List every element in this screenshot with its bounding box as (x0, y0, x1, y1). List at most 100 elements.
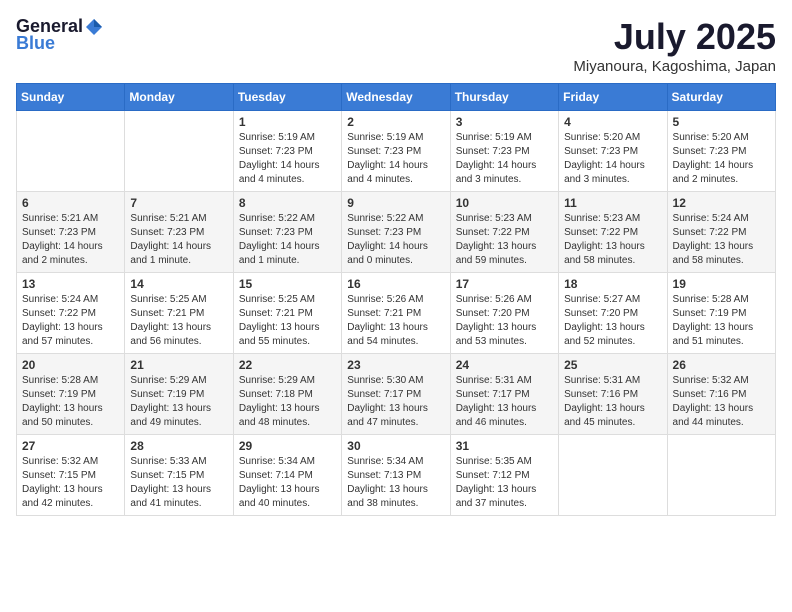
day-info: Sunrise: 5:32 AM Sunset: 7:16 PM Dayligh… (673, 374, 770, 430)
calendar-cell: 31 Sunrise: 5:35 AM Sunset: 7:12 PM Dayli… (450, 435, 558, 516)
location-subtitle: Miyanoura, Kagoshima, Japan (573, 58, 776, 75)
day-info: Sunrise: 5:24 AM Sunset: 7:22 PM Dayligh… (673, 212, 770, 268)
day-info: Sunrise: 5:21 AM Sunset: 7:23 PM Dayligh… (22, 212, 119, 268)
day-info: Sunrise: 5:22 AM Sunset: 7:23 PM Dayligh… (347, 212, 444, 268)
day-number: 25 (564, 358, 661, 372)
day-number: 22 (239, 358, 336, 372)
day-info: Sunrise: 5:31 AM Sunset: 7:16 PM Dayligh… (564, 374, 661, 430)
calendar-cell: 17 Sunrise: 5:26 AM Sunset: 7:20 PM Dayli… (450, 273, 558, 354)
calendar-cell: 22 Sunrise: 5:29 AM Sunset: 7:18 PM Dayli… (233, 354, 341, 435)
day-number: 27 (22, 439, 119, 453)
day-info: Sunrise: 5:23 AM Sunset: 7:22 PM Dayligh… (456, 212, 553, 268)
day-info: Sunrise: 5:33 AM Sunset: 7:15 PM Dayligh… (130, 455, 227, 511)
day-header-saturday: Saturday (667, 84, 775, 111)
day-header-thursday: Thursday (450, 84, 558, 111)
calendar-cell: 4Sunrise: 5:20 AM Sunset: 7:23 PM Daylig… (559, 111, 667, 192)
calendar-cell: 6 Sunrise: 5:21 AM Sunset: 7:23 PM Daylig… (17, 192, 125, 273)
day-number: 26 (673, 358, 770, 372)
calendar-cell: 10 Sunrise: 5:23 AM Sunset: 7:22 PM Dayli… (450, 192, 558, 273)
day-number: 9 (347, 196, 444, 210)
day-info: Sunrise: 5:26 AM Sunset: 7:20 PM Dayligh… (456, 293, 553, 349)
day-info: Sunrise: 5:26 AM Sunset: 7:21 PM Dayligh… (347, 293, 444, 349)
day-number: 2 (347, 115, 444, 129)
calendar-week-5: 27 Sunrise: 5:32 AM Sunset: 7:15 PM Dayli… (17, 435, 776, 516)
day-number: 30 (347, 439, 444, 453)
calendar-cell: 26 Sunrise: 5:32 AM Sunset: 7:16 PM Dayli… (667, 354, 775, 435)
calendar-cell: 23 Sunrise: 5:30 AM Sunset: 7:17 PM Dayli… (342, 354, 450, 435)
calendar-cell: 29Sunrise: 5:34 AM Sunset: 7:14 PM Dayli… (233, 435, 341, 516)
calendar-cell: 3 Sunrise: 5:19 AM Sunset: 7:23 PM Daylig… (450, 111, 558, 192)
day-header-sunday: Sunday (17, 84, 125, 111)
calendar-cell (17, 111, 125, 192)
calendar-cell: 20 Sunrise: 5:28 AM Sunset: 7:19 PM Dayli… (17, 354, 125, 435)
day-number: 15 (239, 277, 336, 291)
calendar-week-4: 20 Sunrise: 5:28 AM Sunset: 7:19 PM Dayli… (17, 354, 776, 435)
day-info: Sunrise: 5:19 AM Sunset: 7:23 PM Dayligh… (456, 131, 553, 187)
header-row: SundayMondayTuesdayWednesdayThursdayFrid… (17, 84, 776, 111)
calendar-cell: 7Sunrise: 5:21 AM Sunset: 7:23 PM Daylig… (125, 192, 233, 273)
calendar-cell: 19 Sunrise: 5:28 AM Sunset: 7:19 PM Dayli… (667, 273, 775, 354)
logo-blue-text: Blue (16, 33, 55, 54)
day-number: 29 (239, 439, 336, 453)
day-info: Sunrise: 5:34 AM Sunset: 7:13 PM Dayligh… (347, 455, 444, 511)
day-info: Sunrise: 5:28 AM Sunset: 7:19 PM Dayligh… (22, 374, 119, 430)
day-info: Sunrise: 5:35 AM Sunset: 7:12 PM Dayligh… (456, 455, 553, 511)
day-info: Sunrise: 5:25 AM Sunset: 7:21 PM Dayligh… (130, 293, 227, 349)
day-info: Sunrise: 5:25 AM Sunset: 7:21 PM Dayligh… (239, 293, 336, 349)
calendar-cell: 30 Sunrise: 5:34 AM Sunset: 7:13 PM Dayli… (342, 435, 450, 516)
day-header-wednesday: Wednesday (342, 84, 450, 111)
day-number: 19 (673, 277, 770, 291)
calendar-table: SundayMondayTuesdayWednesdayThursdayFrid… (16, 83, 776, 516)
calendar-cell: 28 Sunrise: 5:33 AM Sunset: 7:15 PM Dayli… (125, 435, 233, 516)
day-number: 18 (564, 277, 661, 291)
calendar-cell: 24Sunrise: 5:31 AM Sunset: 7:17 PM Dayli… (450, 354, 558, 435)
calendar-cell: 8 Sunrise: 5:22 AM Sunset: 7:23 PM Daylig… (233, 192, 341, 273)
calendar-cell: 2Sunrise: 5:19 AM Sunset: 7:23 PM Daylig… (342, 111, 450, 192)
day-info: Sunrise: 5:23 AM Sunset: 7:22 PM Dayligh… (564, 212, 661, 268)
day-header-monday: Monday (125, 84, 233, 111)
day-number: 17 (456, 277, 553, 291)
day-header-friday: Friday (559, 84, 667, 111)
day-info: Sunrise: 5:20 AM Sunset: 7:23 PM Dayligh… (564, 131, 661, 187)
day-info: Sunrise: 5:19 AM Sunset: 7:23 PM Dayligh… (239, 131, 336, 187)
day-number: 20 (22, 358, 119, 372)
day-number: 21 (130, 358, 227, 372)
calendar-cell: 14Sunrise: 5:25 AM Sunset: 7:21 PM Dayli… (125, 273, 233, 354)
calendar-cell (125, 111, 233, 192)
day-number: 8 (239, 196, 336, 210)
day-info: Sunrise: 5:22 AM Sunset: 7:23 PM Dayligh… (239, 212, 336, 268)
day-info: Sunrise: 5:30 AM Sunset: 7:17 PM Dayligh… (347, 374, 444, 430)
month-title: July 2025 (573, 16, 776, 58)
calendar-cell: 27 Sunrise: 5:32 AM Sunset: 7:15 PM Dayli… (17, 435, 125, 516)
day-number: 31 (456, 439, 553, 453)
calendar-cell: 13 Sunrise: 5:24 AM Sunset: 7:22 PM Dayli… (17, 273, 125, 354)
day-info: Sunrise: 5:20 AM Sunset: 7:23 PM Dayligh… (673, 131, 770, 187)
day-number: 24 (456, 358, 553, 372)
day-info: Sunrise: 5:29 AM Sunset: 7:19 PM Dayligh… (130, 374, 227, 430)
day-number: 1 (239, 115, 336, 129)
day-number: 13 (22, 277, 119, 291)
day-number: 5 (673, 115, 770, 129)
calendar-cell: 18Sunrise: 5:27 AM Sunset: 7:20 PM Dayli… (559, 273, 667, 354)
day-number: 6 (22, 196, 119, 210)
calendar-cell: 1 Sunrise: 5:19 AM Sunset: 7:23 PM Daylig… (233, 111, 341, 192)
day-number: 7 (130, 196, 227, 210)
day-info: Sunrise: 5:24 AM Sunset: 7:22 PM Dayligh… (22, 293, 119, 349)
day-number: 28 (130, 439, 227, 453)
calendar-week-3: 13 Sunrise: 5:24 AM Sunset: 7:22 PM Dayli… (17, 273, 776, 354)
day-info: Sunrise: 5:29 AM Sunset: 7:18 PM Dayligh… (239, 374, 336, 430)
calendar-cell (559, 435, 667, 516)
calendar-cell (667, 435, 775, 516)
day-header-tuesday: Tuesday (233, 84, 341, 111)
calendar-header: SundayMondayTuesdayWednesdayThursdayFrid… (17, 84, 776, 111)
day-info: Sunrise: 5:32 AM Sunset: 7:15 PM Dayligh… (22, 455, 119, 511)
calendar-cell: 15 Sunrise: 5:25 AM Sunset: 7:21 PM Dayli… (233, 273, 341, 354)
logo-icon (84, 17, 104, 37)
calendar-cell: 11Sunrise: 5:23 AM Sunset: 7:22 PM Dayli… (559, 192, 667, 273)
day-number: 3 (456, 115, 553, 129)
day-info: Sunrise: 5:28 AM Sunset: 7:19 PM Dayligh… (673, 293, 770, 349)
calendar-cell: 21 Sunrise: 5:29 AM Sunset: 7:19 PM Dayli… (125, 354, 233, 435)
day-number: 10 (456, 196, 553, 210)
calendar-week-2: 6 Sunrise: 5:21 AM Sunset: 7:23 PM Daylig… (17, 192, 776, 273)
day-number: 23 (347, 358, 444, 372)
